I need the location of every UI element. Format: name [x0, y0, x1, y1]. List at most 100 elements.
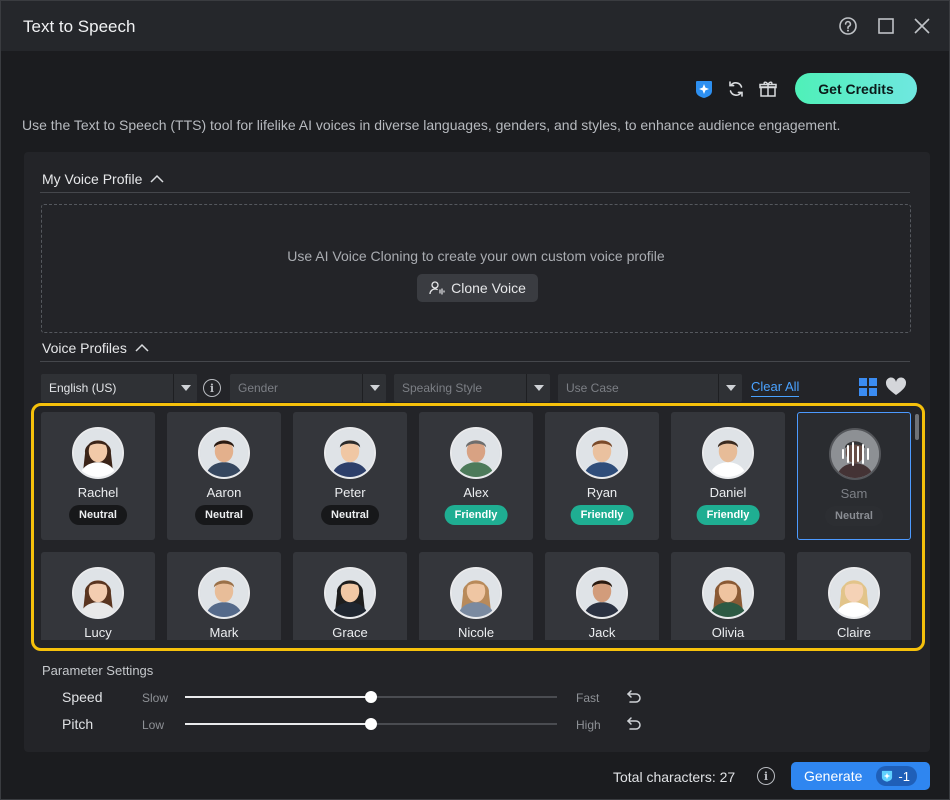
voice-name: Lucy	[84, 625, 112, 640]
voice-avatar	[72, 567, 124, 619]
favorites-heart-icon[interactable]	[885, 376, 907, 398]
voice-name: Olivia	[711, 625, 745, 640]
my-voice-profile-heading: My Voice Profile	[42, 171, 143, 187]
language-value: English (US)	[49, 381, 117, 395]
gift-icon[interactable]	[757, 78, 779, 100]
speed-low-label: Slow	[142, 691, 169, 705]
voice-avatar	[324, 427, 376, 479]
voice-card-mark[interactable]: Mark	[167, 552, 281, 640]
speed-slider-fill	[185, 696, 371, 698]
voice-avatar	[450, 427, 502, 479]
pitch-row: Pitch Low High	[24, 714, 930, 734]
speed-reset-icon[interactable]	[624, 687, 642, 705]
speaking-style-placeholder: Speaking Style	[402, 381, 483, 395]
main-panel: My Voice Profile Use AI Voice Cloning to…	[24, 152, 930, 752]
caret-down-icon	[173, 374, 197, 402]
voice-style-badge: Neutral	[825, 506, 883, 526]
voice-name: Rachel	[77, 485, 119, 500]
voice-style-badge: Neutral	[195, 505, 253, 525]
credits-toolbar: Get Credits	[693, 73, 917, 104]
voice-name: Sam	[840, 486, 868, 501]
voice-grid-scrollbar[interactable]	[915, 414, 919, 440]
voice-style-badge: Friendly	[570, 505, 634, 525]
generate-cost-badge: -1	[876, 766, 917, 786]
close-icon[interactable]	[911, 15, 933, 37]
speed-row: Speed Slow Fast	[24, 687, 930, 707]
use-case-placeholder: Use Case	[566, 381, 619, 395]
caret-down-icon	[718, 374, 742, 402]
refresh-icon[interactable]	[725, 78, 747, 100]
voice-style-badge: Friendly	[444, 505, 508, 525]
voice-avatar	[702, 427, 754, 479]
chevron-up-icon	[135, 343, 149, 352]
ai-credit-icon	[882, 770, 893, 782]
voice-card-sam[interactable]: Sam Neutral	[797, 412, 911, 540]
tool-description: Use the Text to Speech (TTS) tool for li…	[22, 117, 841, 133]
voice-card-olivia[interactable]: Olivia	[671, 552, 785, 640]
voice-card-peter[interactable]: Peter Neutral	[293, 412, 407, 540]
info-icon[interactable]: i	[203, 379, 221, 397]
window-title: Text to Speech	[23, 17, 136, 36]
voice-name: Grace	[332, 625, 368, 640]
clone-prompt: Use AI Voice Cloning to create your own …	[287, 248, 665, 264]
voice-card-rachel[interactable]: Rachel Neutral	[41, 412, 155, 540]
voice-avatar	[576, 427, 628, 479]
voice-avatar	[72, 427, 124, 479]
caret-down-icon	[526, 374, 550, 402]
pitch-slider-fill	[185, 723, 371, 725]
voice-card-grace[interactable]: Grace	[293, 552, 407, 640]
voice-card-lucy[interactable]: Lucy	[41, 552, 155, 640]
pitch-slider[interactable]	[185, 718, 557, 730]
pitch-reset-icon[interactable]	[624, 714, 642, 732]
clear-all-link[interactable]: Clear All	[751, 379, 800, 397]
speed-label: Speed	[62, 689, 103, 705]
get-credits-button[interactable]: Get Credits	[795, 73, 917, 104]
pitch-slider-knob[interactable]	[365, 718, 377, 730]
generate-label: Generate	[804, 768, 863, 784]
footer-bar: Total characters: 27 i Generate -1	[1, 753, 949, 799]
chevron-up-icon	[150, 174, 164, 183]
info-icon[interactable]: i	[757, 767, 775, 785]
generate-cost: -1	[898, 768, 910, 784]
title-bar: Text to Speech	[1, 1, 949, 51]
voice-card-jack[interactable]: Jack	[545, 552, 659, 640]
divider	[40, 361, 910, 362]
voice-card-ryan[interactable]: Ryan Friendly	[545, 412, 659, 540]
help-icon[interactable]	[837, 15, 859, 37]
speaking-style-select[interactable]: Speaking Style	[394, 374, 550, 402]
voice-name: Ryan	[586, 485, 618, 500]
gender-select[interactable]: Gender	[230, 374, 386, 402]
voice-avatar	[450, 567, 502, 619]
voice-card-alex[interactable]: Alex Friendly	[419, 412, 533, 540]
voice-name: Mark	[209, 625, 239, 640]
voice-card-daniel[interactable]: Daniel Friendly	[671, 412, 785, 540]
voice-name: Aaron	[206, 485, 242, 500]
pitch-low-label: Low	[142, 718, 165, 732]
voice-grid: Rachel Neutral Aaron Neutral Peter Neutral Ale…	[41, 412, 914, 640]
voice-card-nicole[interactable]: Nicole	[419, 552, 533, 640]
speed-slider[interactable]	[185, 691, 557, 703]
use-case-select[interactable]: Use Case	[558, 374, 742, 402]
clone-voice-label: Clone Voice	[451, 280, 526, 296]
my-voice-profile-header[interactable]: My Voice Profile	[42, 171, 164, 187]
voice-profiles-header[interactable]: Voice Profiles	[42, 340, 149, 356]
total-characters: Total characters: 27	[613, 769, 736, 785]
voice-name: Alex	[463, 485, 489, 500]
clone-voice-button[interactable]: Clone Voice	[417, 274, 538, 302]
voice-card-aaron[interactable]: Aaron Neutral	[167, 412, 281, 540]
speed-high-label: Fast	[576, 691, 600, 705]
speed-slider-knob[interactable]	[365, 691, 377, 703]
voice-name: Jack	[588, 625, 616, 640]
generate-button[interactable]: Generate -1	[791, 762, 930, 790]
language-select[interactable]: English (US)	[41, 374, 197, 402]
divider	[40, 192, 910, 193]
voice-style-badge: Neutral	[321, 505, 379, 525]
maximize-icon[interactable]	[875, 15, 897, 37]
voice-clone-icon	[429, 281, 445, 295]
voice-card-claire[interactable]: Claire	[797, 552, 911, 640]
grid-view-icon[interactable]	[858, 377, 878, 397]
ai-credit-icon	[693, 78, 715, 100]
caret-down-icon	[362, 374, 386, 402]
voice-profiles-heading: Voice Profiles	[42, 340, 127, 356]
voice-avatar	[702, 567, 754, 619]
